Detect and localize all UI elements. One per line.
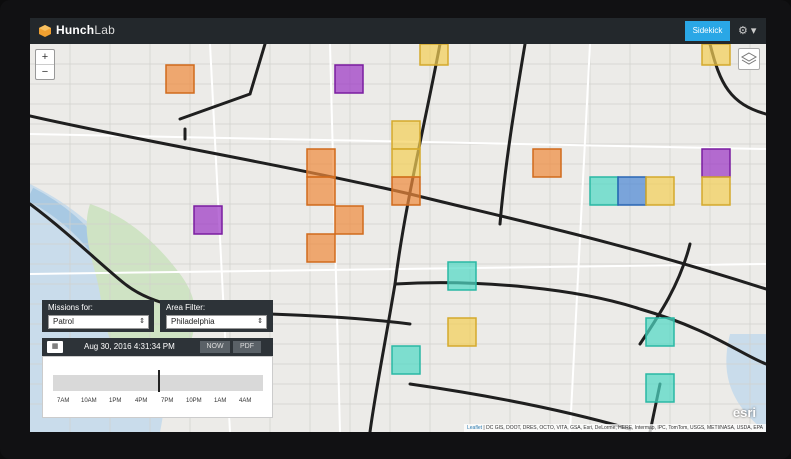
patrol-cell-blue (617, 176, 647, 206)
now-button[interactable]: NOW (200, 341, 230, 353)
area-label: Area Filter: (166, 303, 206, 312)
app-header: HunchLab Sidekick ⚙ ▾ (30, 18, 766, 44)
zoom-control[interactable]: + − (35, 49, 55, 80)
patrol-cell-teal (391, 345, 421, 375)
timeline-tick: 10AM (81, 398, 97, 404)
brand-sub: Lab (94, 23, 115, 37)
patrol-cell-yellow (701, 176, 731, 206)
patrol-cell-purple (193, 205, 223, 235)
timeline-tick: 10PM (186, 398, 202, 404)
map-attribution: Leaflet | DC GIS, DOOT, DRES, OCTO, VITA… (463, 424, 766, 432)
area-value: Philadelphia (171, 317, 215, 326)
missions-select[interactable]: Patrol ⇕ (48, 315, 149, 329)
patrol-cell-yellow (391, 120, 421, 150)
patrol-cell-teal (589, 176, 619, 206)
missions-value: Patrol (53, 317, 74, 326)
patrol-cell-purple (701, 148, 731, 178)
calendar-icon[interactable]: ▦ (47, 341, 63, 353)
brand-main: Hunch (56, 23, 95, 37)
timeline-tick: 7PM (161, 398, 174, 404)
patrol-cell-orange (165, 64, 195, 94)
patrol-cell-orange (334, 205, 364, 235)
select-arrows-icon: ⇕ (257, 318, 263, 325)
hunchlab-logo-icon (39, 25, 51, 37)
pdf-button[interactable]: PDF (233, 341, 261, 353)
timeline-tick: 1AM (214, 398, 227, 404)
sidekick-button[interactable]: Sidekick (685, 21, 730, 41)
zoom-in-button[interactable]: + (36, 50, 54, 65)
patrol-cell-orange (306, 176, 336, 206)
attribution-text: | DC GIS, DOOT, DRES, OCTO, VITA, GSA, E… (483, 425, 763, 431)
patrol-cell-purple (334, 64, 364, 94)
missions-label: Missions for: (48, 303, 93, 312)
app-screen: HunchLab Sidekick ⚙ ▾ + − esri Leaflet |… (30, 18, 766, 432)
time-bar: ▦ Aug 30, 2016 4:31:34 PM NOW PDF (42, 338, 273, 356)
patrol-cell-yellow (645, 176, 675, 206)
layers-icon (740, 52, 758, 65)
leaflet-link[interactable]: Leaflet (467, 425, 482, 431)
patrol-cell-yellow (419, 44, 449, 66)
patrol-cell-orange (391, 176, 421, 206)
patrol-cell-orange (306, 233, 336, 263)
patrol-cell-orange (306, 148, 336, 178)
patrol-cell-teal (645, 317, 675, 347)
select-arrows-icon: ⇕ (139, 318, 145, 325)
layers-button[interactable] (738, 48, 760, 70)
timeline-tick: 1PM (109, 398, 122, 404)
zoom-out-button[interactable]: − (36, 65, 54, 79)
gear-icon[interactable]: ⚙ ▾ (738, 24, 756, 37)
patrol-cell-teal (447, 261, 477, 291)
datetime-display: Aug 30, 2016 4:31:34 PM (84, 342, 175, 351)
app-brand: HunchLab (56, 23, 115, 37)
area-panel: Area Filter: Philadelphia ⇕ (160, 300, 273, 332)
timeline-current-marker[interactable] (158, 370, 160, 392)
timeline-tick: 7AM (57, 398, 70, 404)
timeline[interactable]: 7AM 10AM 1PM 4PM 7PM 10PM 1AM 4AM (42, 356, 273, 418)
patrol-cell-teal (645, 373, 675, 403)
missions-panel: Missions for: Patrol ⇕ (42, 300, 154, 332)
area-select[interactable]: Philadelphia ⇕ (166, 315, 267, 329)
patrol-cell-yellow (447, 317, 477, 347)
esri-logo: esri (732, 405, 756, 420)
patrol-cell-yellow (701, 44, 731, 66)
timeline-tick: 4AM (239, 398, 252, 404)
timeline-tick: 4PM (135, 398, 148, 404)
patrol-cell-orange (532, 148, 562, 178)
patrol-cell-yellow (391, 148, 421, 178)
